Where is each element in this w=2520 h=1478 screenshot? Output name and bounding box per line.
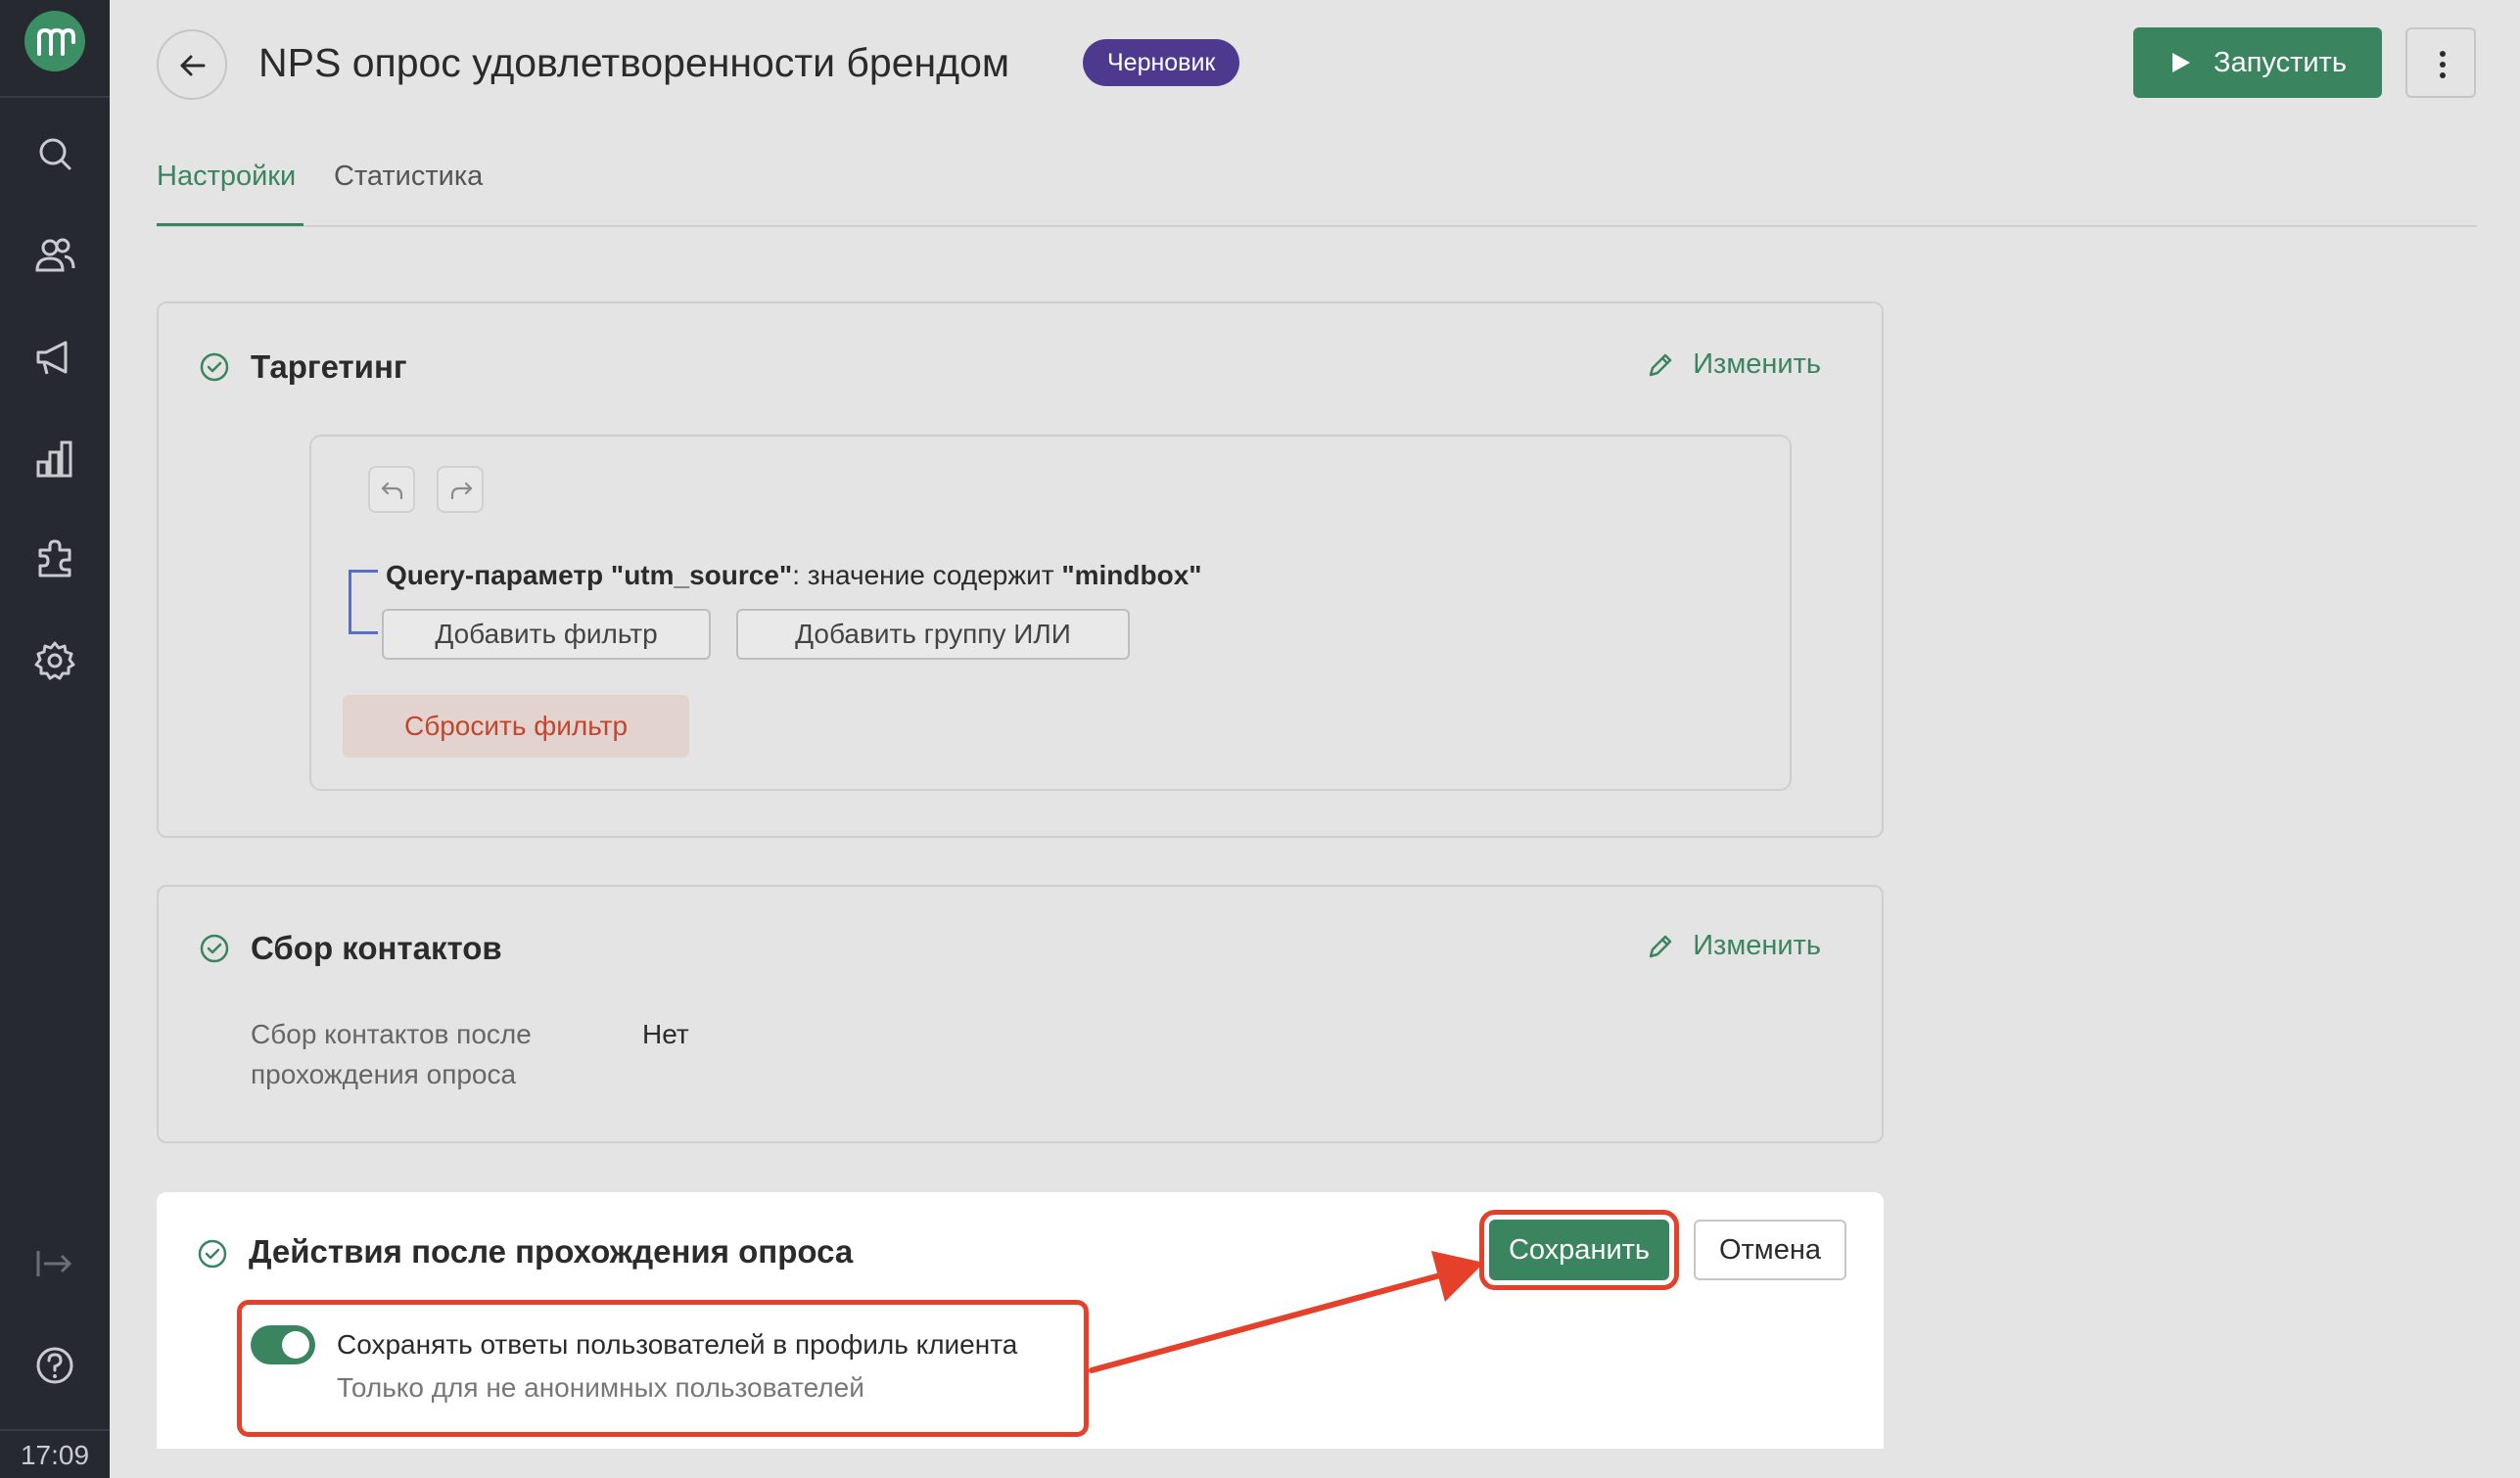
save-answers-label: Сохранять ответы пользователей в профиль… — [337, 1329, 1018, 1360]
toggle-knob — [282, 1331, 309, 1359]
save-button[interactable]: Сохранить — [1479, 1210, 1679, 1290]
more-options-button[interactable] — [2405, 27, 2476, 98]
tabs: Настройки Статистика — [157, 157, 2477, 227]
undo-icon — [381, 482, 403, 500]
integrations-icon[interactable] — [32, 536, 77, 581]
filter-value: "mindbox" — [1061, 560, 1202, 590]
campaigns-icon[interactable] — [32, 335, 77, 380]
contacts-field-value: Нет — [642, 1019, 689, 1049]
filter-operator: : значение содержит — [792, 560, 1062, 590]
contacts-edit-link[interactable]: Изменить — [1646, 930, 1821, 962]
mindbox-logo[interactable] — [24, 11, 85, 71]
users-icon[interactable] — [32, 233, 77, 278]
play-icon — [2172, 53, 2191, 72]
arrow-left-icon — [180, 55, 206, 76]
filter-group-bracket — [349, 570, 378, 634]
targeting-edit-link[interactable]: Изменить — [1646, 348, 1821, 381]
contacts-card: Сбор контактов Изменить Сбор контактов п… — [157, 885, 1884, 1143]
tab-stats[interactable]: Статистика — [334, 157, 483, 196]
search-icon[interactable] — [32, 131, 77, 176]
undo-button[interactable] — [368, 466, 415, 513]
actions-title: Действия после прохождения опроса — [249, 1233, 854, 1270]
redo-button[interactable] — [437, 466, 484, 513]
targeting-card: Таргетинг Изменить Query-параметр "utm_s… — [157, 301, 1884, 838]
contacts-field-label: Сбор контактов после прохождения опроса — [251, 1019, 532, 1089]
logo-m-icon — [37, 27, 75, 56]
tabs-divider — [157, 225, 2477, 227]
redo-icon — [450, 482, 473, 500]
page-title: NPS опрос удовлетворенности брендом — [258, 40, 1010, 85]
tab-settings[interactable]: Настройки — [157, 157, 296, 196]
save-answers-hint: Только для не анонимных пользователей — [337, 1372, 864, 1403]
contacts-title: Сбор контактов — [251, 930, 502, 966]
targeting-edit-label: Изменить — [1693, 348, 1821, 380]
sidebar: 17:09 — [0, 0, 110, 1478]
sidebar-divider — [0, 96, 110, 98]
status-badge: Черновик — [1083, 39, 1240, 86]
filter-condition[interactable]: Query-параметр "utm_source": значение со… — [386, 560, 1202, 591]
run-button-label: Запустить — [2214, 46, 2347, 78]
more-vertical-icon — [2440, 51, 2446, 78]
active-tab-indicator — [157, 223, 303, 226]
add-filter-button[interactable]: Добавить фильтр — [382, 609, 711, 660]
check-circle-icon — [196, 1237, 229, 1270]
actions-card: Действия после прохождения опроса Сохран… — [157, 1192, 1884, 1449]
help-icon[interactable] — [32, 1343, 77, 1388]
check-circle-icon — [198, 932, 231, 965]
run-button[interactable]: Запустить — [2133, 27, 2382, 98]
analytics-icon[interactable] — [32, 437, 77, 482]
pencil-icon — [1649, 353, 1672, 376]
filter-builder: Query-параметр "utm_source": значение со… — [309, 435, 1792, 791]
add-or-group-button[interactable]: Добавить группу ИЛИ — [736, 609, 1130, 660]
collapse-icon[interactable] — [32, 1241, 77, 1286]
filter-param: Query-параметр "utm_source" — [386, 560, 793, 590]
clock: 17:09 — [0, 1429, 110, 1478]
check-circle-icon — [198, 350, 231, 384]
pencil-icon — [1649, 935, 1672, 957]
cancel-button[interactable]: Отмена — [1694, 1220, 1846, 1280]
targeting-title: Таргетинг — [251, 348, 407, 385]
save-answers-toggle[interactable] — [251, 1325, 315, 1364]
back-button[interactable] — [157, 29, 227, 100]
reset-filter-button[interactable]: Сбросить фильтр — [343, 695, 689, 758]
contacts-edit-label: Изменить — [1693, 930, 1821, 961]
settings-icon[interactable] — [32, 638, 77, 683]
